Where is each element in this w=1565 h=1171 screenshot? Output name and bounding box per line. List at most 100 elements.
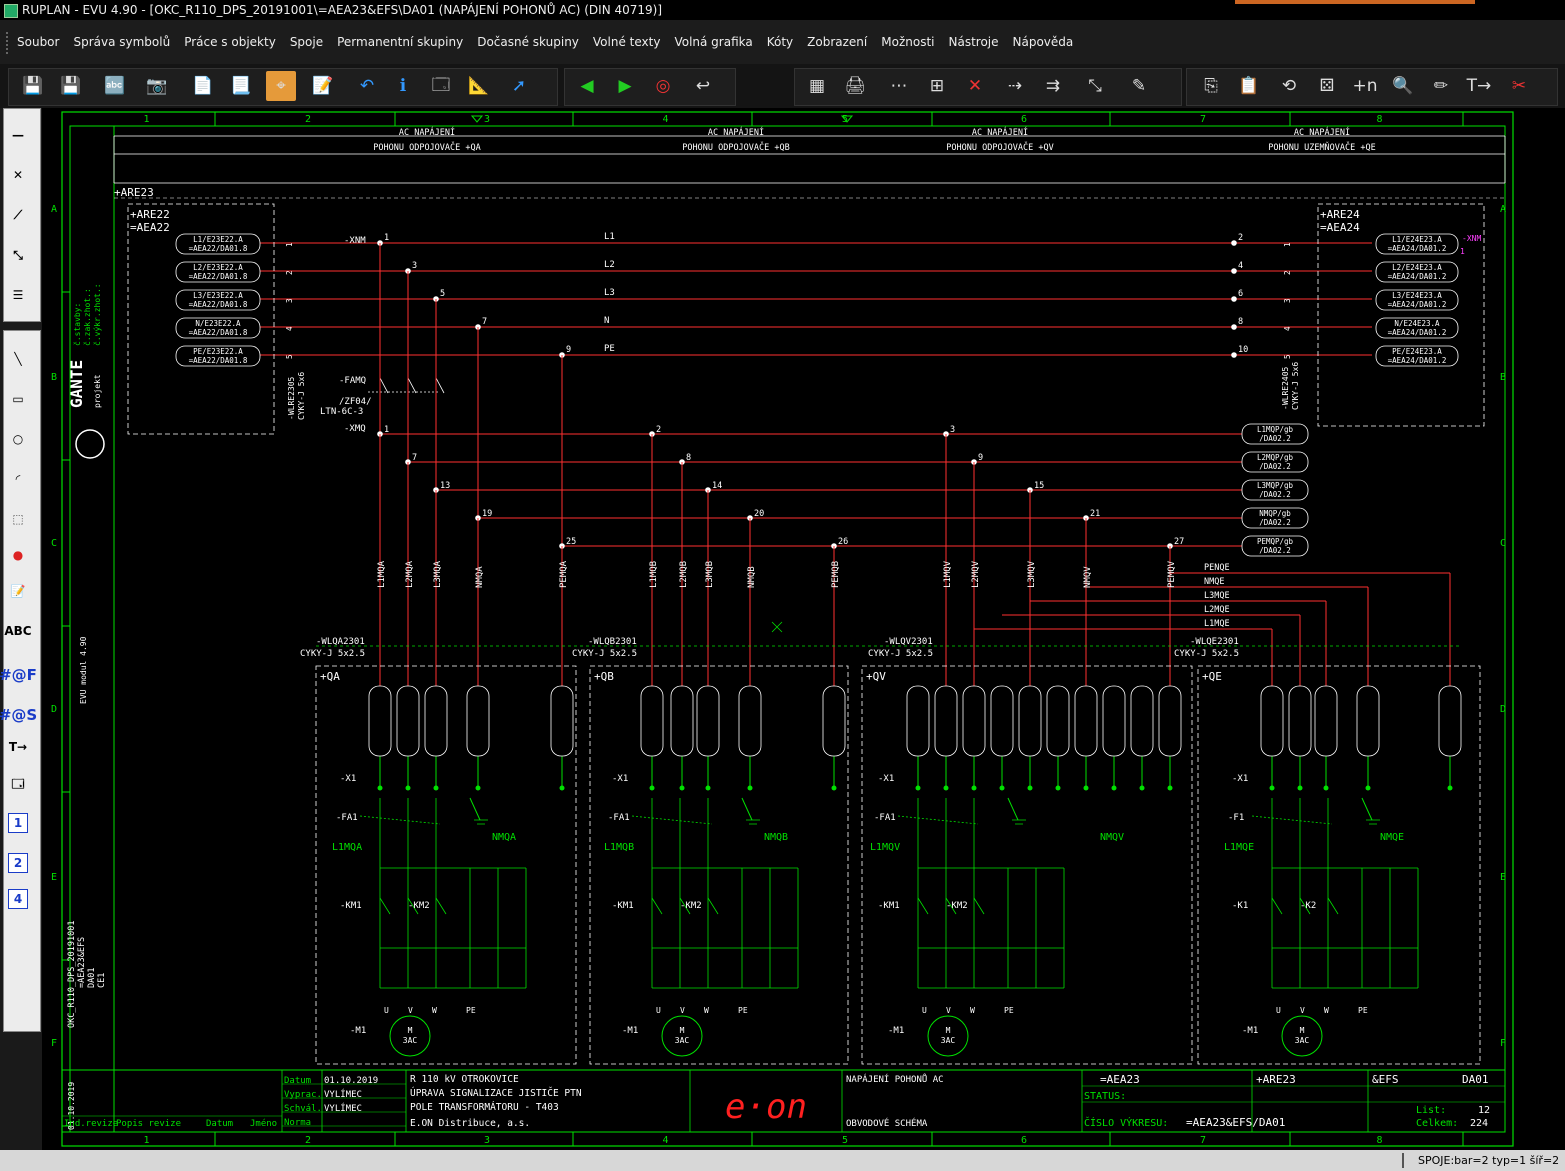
menu-12[interactable]: Nástroje <box>948 35 998 49</box>
page-icon[interactable]: 📃 <box>226 71 256 101</box>
arrow-right-icon[interactable]: ▶ <box>610 71 640 101</box>
gante-logo: GANTE <box>67 360 86 408</box>
properties-tool-icon[interactable]: 🗔 <box>3 770 33 800</box>
left-ref-b: =AEA22/DA01.8 <box>189 300 248 309</box>
save-icon[interactable]: 💾 <box>56 71 86 101</box>
cable-right-a: -WLRE2405 <box>1281 366 1290 410</box>
diagonal-wire-icon[interactable]: ⤡ <box>3 240 33 270</box>
line-tool-icon[interactable]: — <box>3 120 33 150</box>
window-buttons[interactable] <box>1235 0 1475 4</box>
terminal-dot <box>1027 785 1033 791</box>
xmq-label: -XMQ <box>344 424 366 434</box>
row-label-right: E <box>1500 872 1506 883</box>
fuse-link <box>897 815 979 825</box>
terminal-tool-icon[interactable]: ✕ <box>3 160 33 190</box>
cut-line-icon[interactable]: ✂ <box>1504 71 1534 101</box>
drawing-canvas[interactable]: 1 1 2 2 3 3 4 4 5 5 6 6 7 7 8 8 A A B B C C D D E E F F AC NAPÁJENÍ P… <box>42 108 1565 1150</box>
terminal-row-icon[interactable]: ⋯ <box>884 71 914 101</box>
menu-11[interactable]: Možnosti <box>881 35 934 49</box>
print-icon[interactable]: 🖨 <box>840 71 870 101</box>
rectangle-icon[interactable]: ▭ <box>3 384 33 414</box>
delete-connection-icon[interactable]: ✕ <box>960 71 990 101</box>
status-grip[interactable] <box>1402 1153 1404 1168</box>
bus-tool-icon[interactable]: ☰ <box>3 280 33 310</box>
menu-6[interactable]: Dočasné skupiny <box>477 35 579 49</box>
plus-n-icon[interactable]: +n <box>1350 71 1380 101</box>
pen-color-icon[interactable]: ✎ <box>1124 71 1154 101</box>
measure-icon[interactable]: 📐 <box>464 71 494 101</box>
wire-tool-icon[interactable]: ⟋ <box>3 200 33 230</box>
info-icon[interactable]: ℹ <box>388 71 418 101</box>
abc-text-icon[interactable]: 🔤 <box>100 71 130 101</box>
font-icon[interactable]: #@F <box>0 660 37 690</box>
undo-icon[interactable]: ↶ <box>352 71 382 101</box>
connection-split-icon[interactable]: ⇉ <box>1038 71 1068 101</box>
cross-mark <box>771 621 783 633</box>
text-arrow-icon[interactable]: T→ <box>1464 71 1494 101</box>
bus-left-terminal: 7 <box>482 317 487 327</box>
menu-2[interactable]: Správa symbolů <box>73 35 170 49</box>
copy-icon[interactable]: ⎘ <box>1196 71 1226 101</box>
left-ref-b: =AEA22/DA01.8 <box>189 328 248 337</box>
drop-label: L2MQB <box>679 561 689 588</box>
draw-line-icon[interactable]: ╲ <box>3 344 33 374</box>
zoom-window-icon[interactable]: 🔍 <box>1388 71 1418 101</box>
connection-join-icon[interactable]: ⇢ <box>1000 71 1030 101</box>
tb-datum2: Datum <box>206 1119 233 1129</box>
page-2-icon[interactable]: 2 <box>3 848 33 878</box>
properties-icon[interactable]: 🗔 <box>426 71 456 101</box>
cursor-info-icon[interactable]: ➚ <box>504 71 534 101</box>
tb-code4: DA01 <box>1462 1073 1489 1086</box>
page-width-icon[interactable]: 📄 <box>188 71 218 101</box>
back-arrow-icon[interactable]: ↩ <box>688 71 718 101</box>
rotate-icon[interactable]: ⟲ <box>1274 71 1304 101</box>
terminal-block-icon[interactable]: ⊞ <box>922 71 952 101</box>
circle-icon[interactable]: ○ <box>3 424 33 454</box>
form-edit-icon[interactable]: 📝 <box>3 576 33 606</box>
menu-grip[interactable] <box>6 32 11 54</box>
tb-vypr-label: Vyprac. <box>284 1090 322 1100</box>
xmq-term-a: 25 <box>566 537 576 547</box>
arc-icon[interactable]: ◜ <box>3 464 33 494</box>
dice-icon[interactable]: ⚄ <box>1312 71 1342 101</box>
terminal-dot <box>1055 785 1061 791</box>
text-tool-icon[interactable]: ABC <box>3 616 33 646</box>
arrow-left-icon[interactable]: ◀ <box>572 71 602 101</box>
page-4-icon[interactable]: 4 <box>3 884 33 914</box>
terminal-pill <box>934 685 958 757</box>
k1-label: -KM1 <box>340 901 362 911</box>
k2-label: -KM2 <box>946 901 968 911</box>
cable-icon[interactable]: ⤡ <box>1080 71 1110 101</box>
pencil-marker-icon[interactable]: ✏ <box>1426 71 1456 101</box>
menu-10[interactable]: Zobrazení <box>807 35 867 49</box>
paste-icon[interactable]: 📋 <box>1234 71 1264 101</box>
tb-line1: R 110 kV OTROKOVICE <box>410 1074 519 1085</box>
save-as-icon[interactable]: 💾 <box>18 71 48 101</box>
symbol-font-icon[interactable]: #@S <box>0 700 37 730</box>
menu-8[interactable]: Volná grafika <box>674 35 752 49</box>
nmq-label: NMQV <box>1100 832 1124 843</box>
select-rect-icon[interactable]: ⬚ <box>3 504 33 534</box>
color-icon[interactable]: ● <box>3 540 33 570</box>
camera-icon[interactable]: 📷 <box>142 71 172 101</box>
symbol-library-icon[interactable]: ▦ <box>802 71 832 101</box>
breaker-contact <box>407 377 417 394</box>
motor-3ac: 3AC <box>675 1036 690 1045</box>
menu-13[interactable]: Nápověda <box>1013 35 1074 49</box>
center-mark-icon[interactable]: ⌖ <box>266 71 296 101</box>
menu-5[interactable]: Permanentní skupiny <box>337 35 463 49</box>
menu-9[interactable]: Kóty <box>767 35 793 49</box>
menu-1[interactable]: Soubor <box>17 35 59 49</box>
menu-3[interactable]: Práce s objekty <box>184 35 276 49</box>
menu-4[interactable]: Spoje <box>290 35 323 49</box>
menu-7[interactable]: Volné texty <box>593 35 661 49</box>
motor-ref: -M1 <box>1242 1026 1258 1036</box>
page-1-icon[interactable]: 1 <box>3 808 33 838</box>
column-label-top: 5 <box>842 114 848 125</box>
zf-label: /ZF04/ <box>339 397 372 407</box>
text-arrow-tool-icon[interactable]: T→ <box>3 732 33 762</box>
form-icon[interactable]: 📝 <box>308 71 338 101</box>
qe-bus-label: L1MQE <box>1204 619 1230 629</box>
tb-schv-label: Schvál. <box>284 1104 322 1114</box>
target-icon[interactable]: ◎ <box>648 71 678 101</box>
